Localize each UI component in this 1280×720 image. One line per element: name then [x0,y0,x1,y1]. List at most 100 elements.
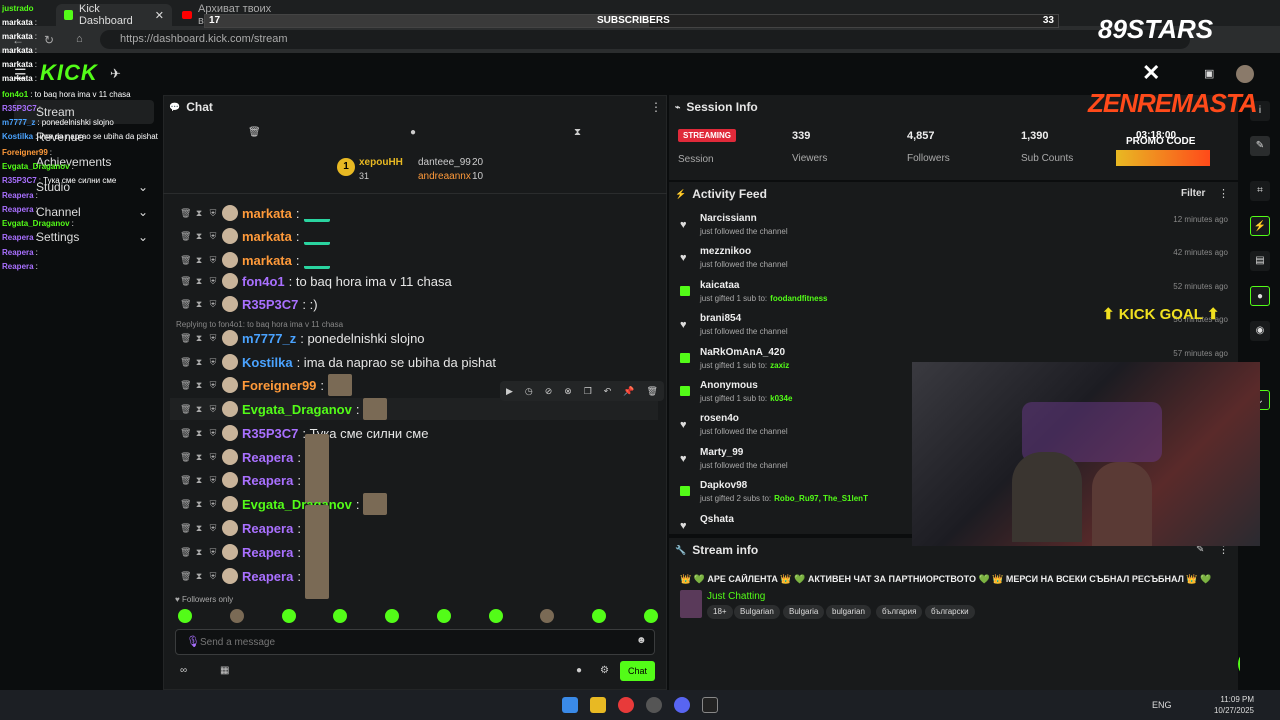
rocket-icon[interactable]: ✈ [110,66,121,82]
hourglass-icon[interactable]: ⧗ [194,357,204,367]
emote-button[interactable] [178,609,192,623]
tag[interactable]: българия [876,605,923,619]
crop-icon[interactable]: ⌗ [1250,181,1270,201]
activity-target[interactable]: foodandfitness [770,294,827,303]
undo-icon[interactable]: ↶ [604,386,612,397]
language-indicator[interactable]: ENG [1152,700,1172,710]
tag[interactable]: 18+ [707,605,733,619]
trash-icon[interactable]: 🗑 [180,571,191,581]
hourglass-icon[interactable]: ⧗ [194,231,204,241]
trash-icon[interactable]: 🗑 [248,127,261,138]
chat-bubble-small-icon[interactable]: ● [576,665,582,676]
shield-icon[interactable]: ⛨ [208,547,218,557]
trash-icon[interactable]: 🗑 [180,404,191,414]
hourglass-icon[interactable]: ⧗ [194,208,204,218]
shield-icon[interactable]: ⛨ [208,571,218,581]
hourglass-icon[interactable]: ⧗ [194,380,204,390]
emote-button[interactable] [592,609,607,623]
chat-username[interactable]: Evgata_Draganov [242,497,352,512]
hourglass-icon[interactable]: ⧗ [194,276,204,286]
clock-date[interactable]: 10/27/2025 [1210,706,1254,715]
discord-icon[interactable] [674,697,690,713]
chat-message-row[interactable]: 🗑 ⧗ ⛨ Evgata_Draganov: [170,398,658,420]
document-icon[interactable]: ▤ [1250,251,1270,271]
chat-message-row[interactable]: 🗑 ⧗ ⛨ Foreigner99: [180,374,353,396]
infinity-icon[interactable]: ∞ [180,665,187,676]
explorer-icon[interactable] [590,697,606,713]
hourglass-icon[interactable]: ⧗ [194,299,204,309]
avatar[interactable] [1236,65,1254,83]
trash-icon[interactable]: 🗑 [180,452,191,462]
chat-more-icon[interactable]: ⋮ [650,100,662,114]
hourglass-icon[interactable]: ⧗ [194,571,204,581]
pin-icon[interactable]: 📌 [623,386,634,397]
shield-icon[interactable]: ⛨ [208,499,218,509]
activity-target[interactable]: zaxiz [770,361,789,370]
trash-icon[interactable]: 🗑 [180,357,191,367]
tag[interactable]: български [925,605,975,619]
chat-send-button[interactable]: Chat [620,661,655,681]
activity-user[interactable]: mezznikoo [700,246,1228,257]
chat-username[interactable]: Reapera [242,521,293,536]
hourglass-icon[interactable]: ⧗ [194,475,204,485]
filter-button[interactable]: Filter [1181,188,1205,199]
chat-bubble-icon[interactable]: ● [410,127,416,138]
close-icon[interactable]: ✕ [155,9,164,22]
emote-button[interactable] [385,609,400,623]
trash-icon[interactable]: 🗑 [180,523,191,533]
chat-username[interactable]: Reapera [242,450,293,465]
hourglass-icon[interactable]: ⧗ [194,255,204,265]
shield-icon[interactable]: ⛨ [208,357,218,367]
hourglass-icon[interactable]: ⧗ [194,404,204,414]
activity-more-icon[interactable]: ⋮ [1218,187,1229,200]
activity-target[interactable]: k034e [770,394,792,403]
shield-icon[interactable]: ⛨ [208,299,218,309]
chat-message-row[interactable]: 🗑 ⧗ ⛨ m7777_z: ponedelnishki slojno [180,327,425,349]
chat-username[interactable]: R35P3C7 [242,297,298,312]
shield-icon[interactable]: ⛨ [208,255,218,265]
chat-message-row[interactable]: 🗑 ⧗ ⛨ Kostilka: ima da naprao se ubiha da p… [180,351,496,373]
emote-button[interactable] [229,609,244,623]
emoji-icon[interactable]: ☻ [636,635,647,646]
trash-icon[interactable]: 🗑 [180,333,191,343]
clock-icon[interactable]: ◷ [525,386,533,397]
emote-button[interactable] [281,609,296,623]
activity-user[interactable]: Narcissiann [700,213,1228,224]
trash-icon[interactable]: 🗑 [180,231,191,241]
chat-username[interactable]: Reapera [242,545,293,560]
bolt-rail-icon[interactable]: ⚡ [1250,216,1270,236]
trash-icon[interactable]: 🗑 [180,547,191,557]
windows-start-icon[interactable] [562,697,578,713]
reload-icon[interactable]: ↻ [44,33,54,47]
chat-rail-icon[interactable]: ● [1250,286,1270,306]
chat-username[interactable]: markata [242,229,292,244]
hourglass-icon[interactable]: ⧗ [194,499,204,509]
trash-icon[interactable]: 🗑 [180,475,191,485]
shield-icon[interactable]: ⛨ [208,276,218,286]
gear-icon[interactable]: ⚙ [600,665,609,676]
emote-button[interactable] [436,609,451,623]
shield-icon[interactable]: ⛨ [208,231,218,241]
chat-message-row[interactable]: 🗑 ⧗ ⛨ R35P3C7: :) [180,293,318,315]
mic-icon[interactable]: 🎙 [186,635,200,648]
clock-time[interactable]: 11:09 PM [1214,695,1254,704]
hourglass-icon[interactable]: ⧗ [194,547,204,557]
chat-message-row[interactable]: 🗑 ⧗ ⛨ Reapera: [180,553,329,599]
chrome-icon[interactable] [618,697,634,713]
chat-message-row[interactable]: 🗑 ⧗ ⛨ markata: [180,225,330,247]
chat-message-row[interactable]: 🗑 ⧗ ⛨ markata: [180,202,330,224]
shield-icon[interactable]: ⛨ [208,452,218,462]
chat-username[interactable]: R35P3C7 [242,426,298,441]
copy-icon[interactable]: ❐ [584,386,592,397]
chat-username[interactable]: Reapera [242,569,293,584]
home-icon[interactable]: ⌂ [76,33,83,45]
shield-icon[interactable]: ⛨ [208,380,218,390]
chat-username[interactable]: markata [242,253,292,268]
emote-button[interactable] [488,609,503,623]
app-icon[interactable] [646,697,662,713]
shield-icon[interactable]: ⛨ [208,475,218,485]
shield-icon[interactable]: ⛨ [208,404,218,414]
tag[interactable]: Bulgarian [734,605,780,619]
hourglass-icon[interactable]: ⧗ [194,428,204,438]
chat-username[interactable]: markata [242,206,292,221]
